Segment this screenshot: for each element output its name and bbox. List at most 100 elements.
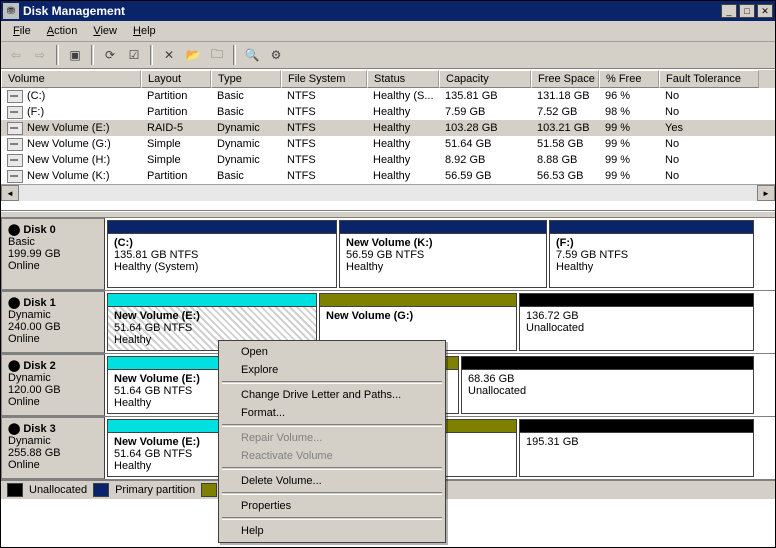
volume-info: 195.31 GB	[520, 432, 753, 476]
volume-cell: 99 %	[599, 138, 659, 150]
context-menu-item[interactable]: Explore	[221, 361, 443, 379]
scroll-left-icon[interactable]: ◄	[1, 185, 19, 201]
volume-cell: No	[659, 138, 759, 150]
col-fault[interactable]: Fault Tolerance	[659, 70, 759, 88]
volume-row[interactable]: New Volume (G:)SimpleDynamicNTFSHealthy5…	[1, 136, 775, 152]
app-icon: ⛃	[3, 3, 19, 19]
save-button[interactable]: 🗀	[206, 44, 228, 66]
volume-cell: 8.88 GB	[531, 154, 599, 166]
volume-cell: 7.59 GB	[439, 106, 531, 118]
disk-state: Online	[8, 260, 98, 272]
delete-button[interactable]: ✕	[158, 44, 180, 66]
volume-cell: 51.58 GB	[531, 138, 599, 150]
scroll-right-icon[interactable]: ►	[757, 185, 775, 201]
volume-color-bar	[462, 357, 753, 369]
volume-color-bar	[320, 294, 516, 306]
folder-open-button[interactable]: 📂	[182, 44, 204, 66]
volume-cell: 131.18 GB	[531, 90, 599, 102]
disk-name: ⬤ Disk 1	[8, 296, 98, 309]
volume-color-bar	[340, 221, 546, 233]
menu-file[interactable]: File	[5, 23, 39, 39]
menu-help[interactable]: Help	[125, 23, 164, 39]
disk-name: ⬤ Disk 2	[8, 359, 98, 372]
context-menu-separator	[222, 424, 442, 427]
refresh-button[interactable]: ⟳	[99, 44, 121, 66]
menu-action[interactable]: Action	[39, 23, 86, 39]
context-menu-item[interactable]: Format...	[221, 404, 443, 422]
context-menu-separator	[222, 381, 442, 384]
splitter[interactable]	[1, 211, 775, 218]
disk-size: 199.99 GB	[8, 248, 98, 260]
menubar: File Action View Help	[1, 21, 775, 42]
col-layout[interactable]: Layout	[141, 70, 211, 88]
volume-box[interactable]: 136.72 GBUnallocated	[519, 293, 754, 351]
close-button[interactable]: ✕	[757, 4, 773, 18]
disk-header[interactable]: ⬤ Disk 1Dynamic240.00 GBOnline	[1, 291, 105, 353]
context-menu-item: Reactivate Volume	[221, 447, 443, 465]
volume-cell: 99 %	[599, 122, 659, 134]
disk-header[interactable]: ⬤ Disk 2Dynamic120.00 GBOnline	[1, 354, 105, 416]
disk-header[interactable]: ⬤ Disk 0Basic199.99 GBOnline	[1, 218, 105, 290]
properties-button[interactable]: ☑	[123, 44, 145, 66]
disk-state: Online	[8, 333, 98, 345]
col-type[interactable]: Type	[211, 70, 281, 88]
back-button[interactable]: ⇦	[5, 44, 27, 66]
volume-cell: NTFS	[281, 154, 367, 166]
volume-row[interactable]: New Volume (H:)SimpleDynamicNTFSHealthy8…	[1, 152, 775, 168]
volume-box[interactable]: 195.31 GB	[519, 419, 754, 477]
menu-view[interactable]: View	[85, 23, 125, 39]
drive-icon	[7, 90, 23, 103]
col-filesystem[interactable]: File System	[281, 70, 367, 88]
drive-icon	[7, 154, 23, 167]
volume-cell: Partition	[141, 90, 211, 102]
volume-list-scrollbar[interactable]: ◄ ►	[1, 184, 775, 201]
volume-cell: Healthy	[367, 106, 439, 118]
volume-info: (C:)135.81 GB NTFSHealthy (System)	[108, 233, 336, 287]
col-freespace[interactable]: Free Space	[531, 70, 599, 88]
volume-color-bar	[520, 420, 753, 432]
volume-row[interactable]: New Volume (K:)PartitionBasicNTFSHealthy…	[1, 168, 775, 184]
up-tree-button[interactable]: ▣	[64, 44, 86, 66]
volume-box[interactable]: (F:)7.59 GB NTFSHealthy	[549, 220, 754, 288]
context-menu-item[interactable]: Properties	[221, 497, 443, 515]
volume-cell: NTFS	[281, 90, 367, 102]
context-menu-separator	[222, 492, 442, 495]
context-menu-item[interactable]: Change Drive Letter and Paths...	[221, 386, 443, 404]
context-menu-item[interactable]: Open	[221, 343, 443, 361]
volume-cell: No	[659, 170, 759, 182]
volume-box[interactable]: 68.36 GBUnallocated	[461, 356, 754, 414]
col-capacity[interactable]: Capacity	[439, 70, 531, 88]
volume-row[interactable]: (C:)PartitionBasicNTFSHealthy (S...135.8…	[1, 88, 775, 104]
minimize-button[interactable]: _	[721, 4, 737, 18]
volume-cell: Partition	[141, 106, 211, 118]
volume-cell: 8.92 GB	[439, 154, 531, 166]
disk-size: 120.00 GB	[8, 384, 98, 396]
disk-state: Online	[8, 459, 98, 471]
col-volume[interactable]: Volume	[1, 70, 141, 88]
maximize-button[interactable]: □	[739, 4, 755, 18]
legend-unallocated-swatch	[7, 483, 23, 497]
disk-header[interactable]: ⬤ Disk 3Dynamic255.88 GBOnline	[1, 417, 105, 479]
volume-cell: Dynamic	[211, 122, 281, 134]
context-menu-item[interactable]: Help	[221, 522, 443, 540]
volume-cell: 51.64 GB	[439, 138, 531, 150]
volume-cell: Basic	[211, 90, 281, 102]
legend-primary-swatch	[93, 483, 109, 497]
col-pctfree[interactable]: % Free	[599, 70, 659, 88]
volume-box[interactable]: (C:)135.81 GB NTFSHealthy (System)	[107, 220, 337, 288]
volume-row[interactable]: New Volume (E:)RAID-5DynamicNTFSHealthy1…	[1, 120, 775, 136]
volume-box[interactable]: New Volume (K:)56.59 GB NTFSHealthy	[339, 220, 547, 288]
disk-name: ⬤ Disk 0	[8, 223, 98, 236]
volume-cell: NTFS	[281, 106, 367, 118]
volume-row[interactable]: (F:)PartitionBasicNTFSHealthy7.59 GB7.52…	[1, 104, 775, 120]
find-button[interactable]: 🔍	[241, 44, 263, 66]
forward-button[interactable]: ⇨	[29, 44, 51, 66]
context-menu-item[interactable]: Delete Volume...	[221, 472, 443, 490]
disk-type: Dynamic	[8, 372, 98, 384]
volume-cell: New Volume (K:)	[1, 170, 141, 183]
col-status[interactable]: Status	[367, 70, 439, 88]
settings-button[interactable]: ⚙	[265, 44, 287, 66]
volume-cell: Dynamic	[211, 138, 281, 150]
volume-cell: NTFS	[281, 138, 367, 150]
volume-cell: 99 %	[599, 170, 659, 182]
